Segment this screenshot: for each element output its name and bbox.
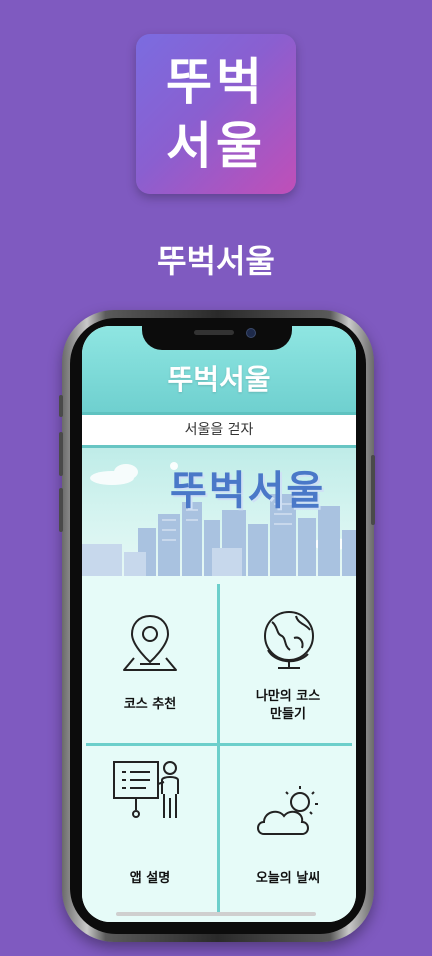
app-info-button[interactable]: 앱 설명 — [82, 748, 218, 920]
weather-icon — [257, 786, 318, 835]
make-course-label: 나만의 코스 — [255, 689, 321, 704]
app-icon: 뚜벅 서울 — [136, 34, 296, 194]
presentation-icon — [113, 761, 179, 818]
course-recommend-button[interactable]: 코스 추천 — [82, 576, 218, 748]
menu-grid: 코스 추천 나만의 코스 만들기 앱 설명 오늘의 날씨 — [82, 576, 356, 922]
power-button — [371, 455, 375, 525]
hero-banner: 뚜벅서울 — [82, 445, 356, 579]
make-course-label-line2: 만들기 — [270, 707, 306, 722]
globe-icon — [264, 611, 314, 669]
app-icon-line2: 서울 — [166, 117, 266, 175]
header-title: 뚜벅서울 — [167, 363, 271, 396]
front-camera — [246, 328, 256, 338]
phone-notch — [142, 318, 292, 350]
speaker-grille — [194, 330, 234, 335]
volume-down-button — [59, 488, 63, 532]
app-name: 뚜벅서울 — [157, 242, 275, 280]
app-info-label: 앱 설명 — [129, 871, 171, 886]
home-indicator — [116, 912, 316, 916]
mute-switch — [59, 395, 63, 417]
make-course-button[interactable]: 나만의 코스 만들기 — [220, 576, 356, 748]
phone-screen: 뚜벅서울 서울을 걷자 뚜벅서울 코스 추천 나만의 코스 만들기 앱 설명 오… — [82, 326, 356, 922]
map-pin-icon — [123, 615, 177, 671]
volume-up-button — [59, 432, 63, 476]
app-icon-line1: 뚜벅 — [166, 53, 266, 111]
weather-label: 오늘의 날씨 — [255, 871, 321, 886]
banner-title: 뚜벅서울 — [170, 468, 326, 514]
course-recommend-label: 코스 추천 — [123, 697, 177, 712]
weather-button[interactable]: 오늘의 날씨 — [220, 748, 356, 920]
tagline: 서울을 걷자 — [82, 415, 356, 445]
